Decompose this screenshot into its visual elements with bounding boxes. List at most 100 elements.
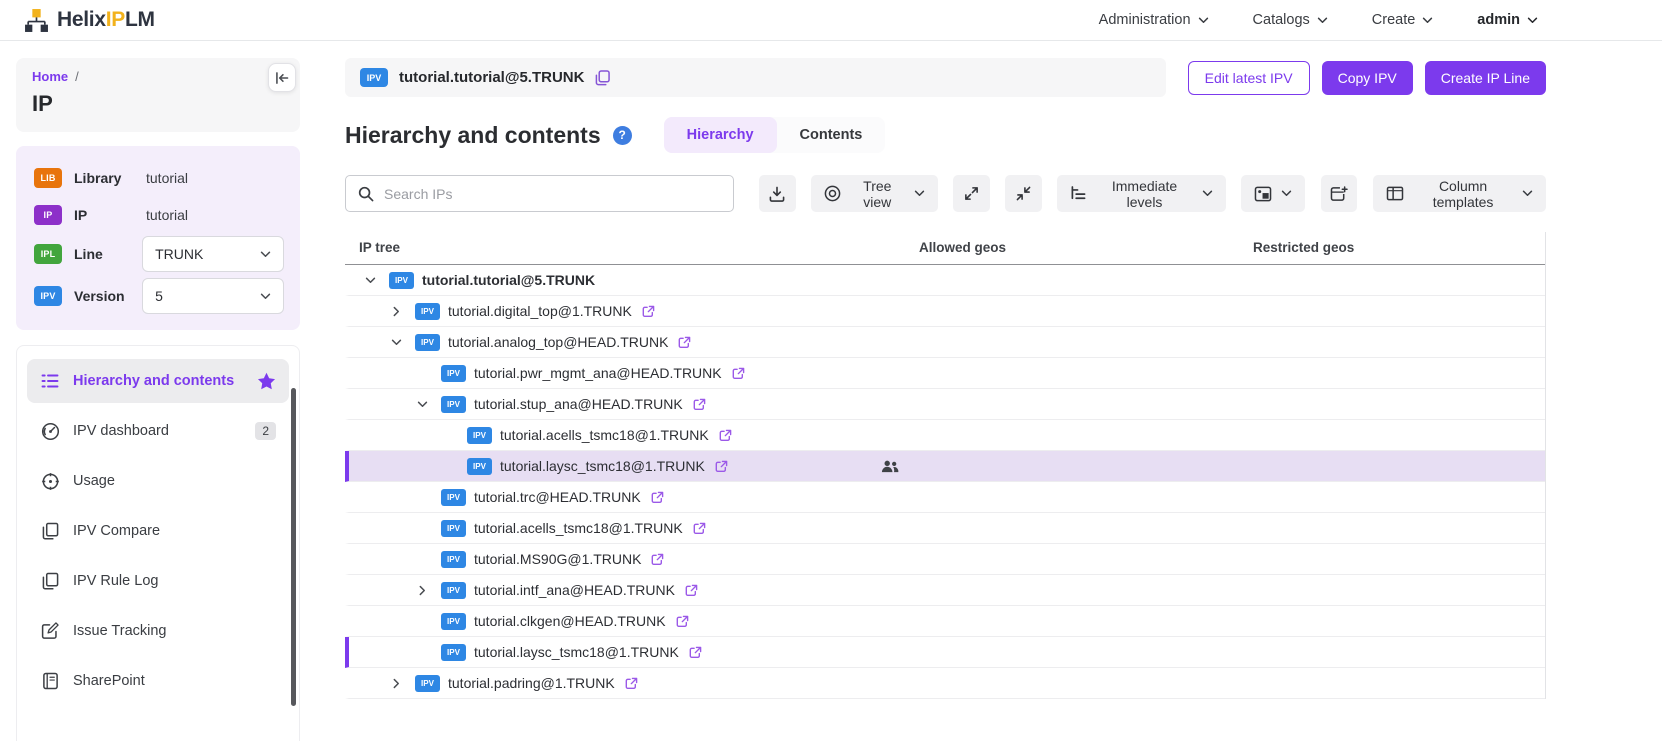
tree-row[interactable]: IPVtutorial.MS90G@1.TRUNK [345, 544, 1545, 575]
helix-iplm-logo[interactable]: HelixIPLM [24, 8, 155, 33]
chevron-down-icon [260, 251, 271, 258]
external-link-icon[interactable] [689, 646, 702, 659]
breadcrumb-separator: / [75, 69, 79, 84]
sidebar-item-sharepoint[interactable]: SharePoint [27, 659, 289, 703]
people-icon [881, 460, 899, 473]
expand-node-icon[interactable] [411, 585, 433, 596]
tree-row[interactable]: IPVtutorial.stup_ana@HEAD.TRUNK [345, 389, 1545, 420]
lib-badge: LIB [34, 168, 62, 188]
ipv-badge: IPV [441, 582, 466, 599]
external-link-icon[interactable] [715, 460, 728, 473]
download-button[interactable] [759, 175, 796, 212]
tree-row[interactable]: IPVtutorial.padring@1.TRUNK [345, 668, 1545, 699]
tree-row[interactable]: IPVtutorial.intf_ana@HEAD.TRUNK [345, 575, 1545, 606]
tab-hierarchy[interactable]: Hierarchy [664, 117, 777, 153]
sidebar-item-ipv-compare[interactable]: IPV Compare [27, 509, 289, 553]
line-select-value: TRUNK [155, 246, 203, 262]
external-link-icon[interactable] [642, 305, 655, 318]
tree-row[interactable]: IPVtutorial.tutorial@5.TRUNK [345, 265, 1545, 296]
main-content: IPV tutorial.tutorial@5.TRUNK Edit lates… [301, 41, 1662, 741]
download-icon [769, 186, 785, 202]
sidebar-item-usage[interactable]: Usage [27, 459, 289, 503]
tree-row[interactable]: IPVtutorial.acells_tsmc18@1.TRUNK [345, 513, 1545, 544]
external-link-icon[interactable] [625, 677, 638, 690]
collapse-node-icon[interactable] [411, 401, 433, 408]
tree-item-label: tutorial.acells_tsmc18@1.TRUNK [500, 427, 709, 443]
star-icon[interactable] [256, 372, 276, 390]
external-link-icon[interactable] [685, 584, 698, 597]
chevron-down-icon [260, 293, 271, 300]
copy-name-icon[interactable] [595, 70, 610, 86]
tree-row[interactable]: IPVtutorial.acells_tsmc18@1.TRUNK [345, 420, 1545, 451]
current-ipv-title: tutorial.tutorial@5.TRUNK [399, 69, 584, 86]
sidebar-item-ipv-rule-log[interactable]: IPV Rule Log [27, 559, 289, 603]
column-header-ip-tree[interactable]: IP tree [345, 240, 875, 255]
tree-item-label: tutorial.laysc_tsmc18@1.TRUNK [474, 644, 679, 660]
version-select-value: 5 [155, 288, 163, 304]
menu-create[interactable]: Create [1372, 12, 1434, 28]
expand-all-button[interactable] [953, 175, 990, 212]
immediate-levels-dropdown[interactable]: Immediate levels [1057, 175, 1226, 212]
tree-item-label: tutorial.trc@HEAD.TRUNK [474, 489, 641, 505]
tab-contents[interactable]: Contents [777, 117, 886, 153]
menu-label: Create [1372, 12, 1416, 28]
sidebar: Home/ IP LIB Library tutorial IP IP tuto… [0, 41, 301, 741]
search-input[interactable] [384, 186, 721, 202]
external-link-icon[interactable] [693, 522, 706, 535]
line-select[interactable]: TRUNK [142, 236, 284, 272]
tree-row[interactable]: IPVtutorial.pwr_mgmt_ana@HEAD.TRUNK [345, 358, 1545, 389]
menu-catalogs[interactable]: Catalogs [1253, 12, 1328, 28]
copy-ipv-button[interactable]: Copy IPV [1322, 61, 1413, 95]
collapse-all-button[interactable] [1005, 175, 1042, 212]
tree-row[interactable]: IPVtutorial.laysc_tsmc18@1.TRUNK [345, 451, 1545, 482]
gauge-icon [40, 422, 60, 441]
chevron-down-icon [1522, 190, 1533, 197]
tree-view-dropdown[interactable]: Tree view [811, 175, 938, 212]
tree-row[interactable]: IPVtutorial.clkgen@HEAD.TRUNK [345, 606, 1545, 637]
sidebar-item-ipv-dashboard[interactable]: IPV dashboard2 [27, 409, 289, 453]
collapse-sidebar-button[interactable] [268, 63, 296, 92]
tree-row[interactable]: IPVtutorial.trc@HEAD.TRUNK [345, 482, 1545, 513]
collapse-node-icon[interactable] [385, 339, 407, 346]
expand-node-icon[interactable] [385, 678, 407, 689]
page-title: IP [32, 91, 284, 117]
external-link-icon[interactable] [693, 398, 706, 411]
immediate-levels-label: Immediate levels [1096, 178, 1193, 210]
sidebar-item-issue-tracking[interactable]: Issue Tracking [27, 609, 289, 653]
topbar: HelixIPLM Administration Catalogs Create… [0, 0, 1662, 41]
column-header-restricted-geos[interactable]: Restricted geos [1209, 240, 1545, 255]
menu-admin-user[interactable]: admin [1477, 12, 1538, 28]
image-export-dropdown[interactable] [1241, 175, 1305, 212]
tree-row[interactable]: IPVtutorial.analog_top@HEAD.TRUNK [345, 327, 1545, 358]
sidebar-item-hierarchy-and-contents[interactable]: Hierarchy and contents [27, 359, 289, 403]
context-row-version: IPV Version 5 [34, 275, 284, 317]
help-icon[interactable]: ? [613, 126, 632, 145]
version-select[interactable]: 5 [142, 278, 284, 314]
create-ip-line-button[interactable]: Create IP Line [1425, 61, 1546, 95]
external-link-icon[interactable] [678, 336, 691, 349]
tree-item-label: tutorial.digital_top@1.TRUNK [448, 303, 632, 319]
ipv-badge: IPV [441, 520, 466, 537]
tree-row[interactable]: IPVtutorial.digital_top@1.TRUNK [345, 296, 1545, 327]
ipv-badge: IPV [441, 365, 466, 382]
sidebar-scrollbar[interactable] [291, 388, 296, 706]
add-column-button[interactable] [1321, 175, 1357, 212]
tree-row[interactable]: IPV tutorial.laysc_tsmc18@1.TRUNK [345, 637, 1545, 668]
external-link-icon[interactable] [719, 429, 732, 442]
external-link-icon[interactable] [732, 367, 745, 380]
column-templates-dropdown[interactable]: Column templates [1373, 175, 1546, 212]
expand-node-icon[interactable] [385, 306, 407, 317]
ipv-badge: IPV [441, 644, 466, 661]
edit-latest-ipv-button[interactable]: Edit latest IPV [1188, 61, 1310, 95]
external-link-icon[interactable] [651, 553, 664, 566]
org-chart-logo-icon [24, 8, 49, 33]
menu-administration[interactable]: Administration [1099, 12, 1209, 28]
external-link-icon[interactable] [651, 491, 664, 504]
column-header-allowed-geos[interactable]: Allowed geos [875, 240, 1209, 255]
ipl-badge: IPL [34, 244, 62, 264]
external-link-icon[interactable] [676, 615, 689, 628]
chevron-down-icon [1198, 17, 1209, 24]
table-header: IP tree Allowed geos Restricted geos [345, 232, 1545, 265]
breadcrumb-home-link[interactable]: Home [32, 69, 68, 84]
collapse-node-icon[interactable] [359, 277, 381, 284]
